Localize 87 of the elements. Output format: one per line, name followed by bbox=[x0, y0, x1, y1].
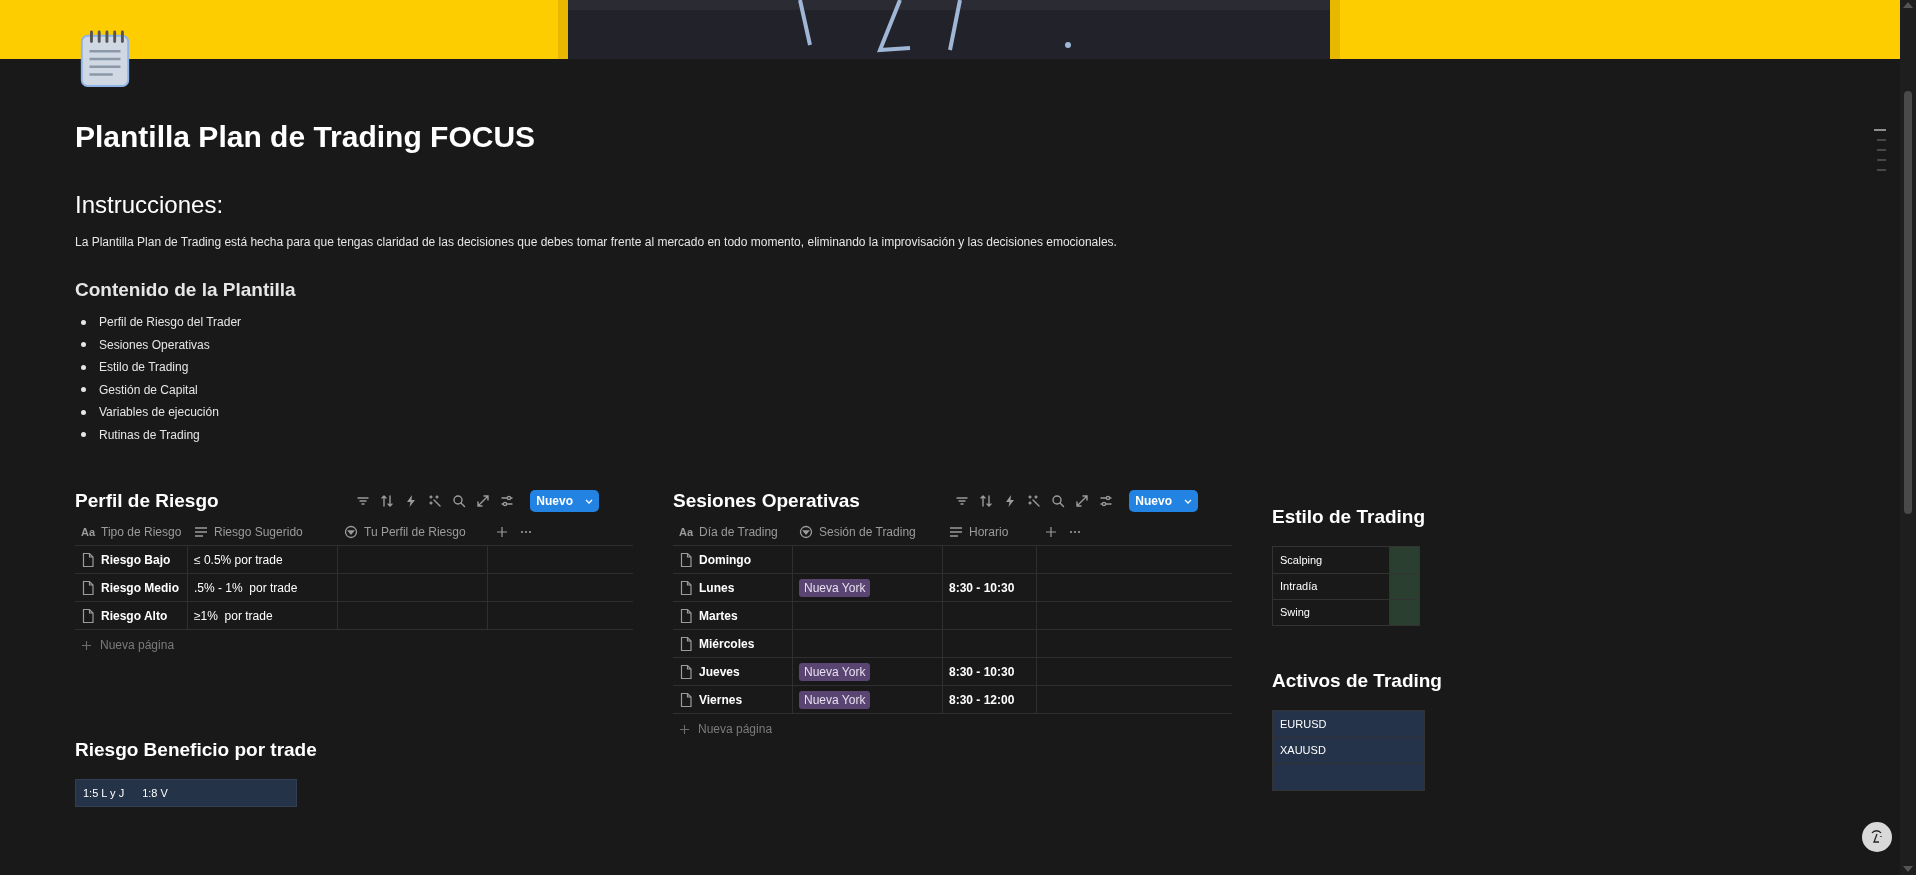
magic-wand-icon[interactable] bbox=[1027, 494, 1042, 508]
bullet-icon bbox=[81, 342, 86, 348]
row-title[interactable]: Lunes bbox=[699, 578, 735, 597]
page-icon bbox=[679, 607, 693, 624]
page-title: Plantilla Plan de Trading FOCUS bbox=[75, 119, 537, 155]
page-icon bbox=[679, 579, 693, 596]
page-icon bbox=[679, 663, 693, 680]
column-header[interactable]: Horario bbox=[943, 519, 1037, 545]
notepad-icon bbox=[79, 30, 131, 88]
row-title[interactable]: Miércoles bbox=[699, 634, 755, 653]
add-icon[interactable] bbox=[679, 723, 690, 735]
section-heading: Contenido de la Plantilla bbox=[75, 278, 297, 302]
search-icon[interactable] bbox=[1051, 494, 1066, 508]
bullet-icon bbox=[81, 319, 86, 325]
bullet-icon bbox=[81, 364, 86, 370]
session-tag: Nueva York bbox=[799, 662, 871, 681]
new-button[interactable]: Nuevo bbox=[530, 490, 599, 512]
filter-icon[interactable] bbox=[356, 494, 371, 508]
assistant-button[interactable] bbox=[1862, 822, 1892, 852]
column-header[interactable]: Tu Perfil de Riesgo bbox=[338, 519, 488, 545]
table-cell-text: ≥1% por trade bbox=[194, 607, 273, 625]
lines-icon bbox=[949, 525, 963, 539]
sort-icon[interactable] bbox=[979, 494, 994, 508]
section-heading: Estilo de Trading bbox=[1272, 505, 1427, 529]
text-type-icon: Aa bbox=[679, 523, 694, 541]
section-heading: Instrucciones: bbox=[75, 190, 225, 220]
page-icon bbox=[679, 691, 693, 708]
session-tag: Nueva York bbox=[799, 690, 871, 709]
text-type-icon: Aa bbox=[81, 523, 96, 541]
page-icon bbox=[81, 551, 95, 568]
lines-icon bbox=[194, 525, 208, 539]
list-item: Perfil de Riesgo del Trader bbox=[99, 314, 242, 332]
page-icon bbox=[679, 635, 693, 652]
table-cell-text: 8:30 - 10:30 bbox=[949, 663, 1015, 681]
row-title[interactable]: Riesgo Alto bbox=[101, 606, 168, 625]
row-title[interactable]: Viernes bbox=[699, 690, 743, 709]
magic-wand-icon[interactable] bbox=[428, 494, 443, 508]
section-heading: Activos de Trading bbox=[1272, 669, 1442, 693]
list-item: Sesiones Operativas bbox=[99, 336, 210, 354]
row-title[interactable]: Domingo bbox=[699, 550, 751, 569]
row-title[interactable]: Riesgo Bajo bbox=[101, 550, 171, 569]
table-title: Sesiones Operativas bbox=[673, 488, 860, 513]
select-icon bbox=[799, 525, 813, 539]
table-cell: XAUUSD bbox=[1273, 737, 1424, 763]
new-page-link[interactable]: Nueva página bbox=[100, 636, 175, 654]
section-heading: Riesgo Beneficio por trade bbox=[75, 738, 318, 762]
add-icon[interactable] bbox=[81, 639, 92, 651]
session-tag: Nueva York bbox=[799, 578, 871, 597]
scrollbar-thumb[interactable] bbox=[1904, 91, 1912, 514]
table-cell-text: .5% - 1% por trade bbox=[194, 579, 298, 597]
list-item: Variables de ejecución bbox=[99, 404, 219, 422]
table-title: Perfil de Riesgo bbox=[75, 488, 219, 513]
new-page-link[interactable]: Nueva página bbox=[698, 720, 773, 738]
list-item: Rutinas de Trading bbox=[99, 426, 200, 444]
settings-icon[interactable] bbox=[1099, 494, 1114, 508]
sort-icon[interactable] bbox=[380, 494, 395, 508]
row-title[interactable]: Martes bbox=[699, 606, 738, 625]
list-item: Gestión de Capital bbox=[99, 381, 198, 399]
row-title[interactable]: Riesgo Medio bbox=[101, 578, 179, 597]
column-header[interactable]: Aa Tipo de Riesgo bbox=[75, 519, 188, 545]
table-cell-text: 8:30 - 12:00 bbox=[949, 691, 1015, 709]
row-title[interactable]: Jueves bbox=[699, 662, 740, 681]
page-icon bbox=[679, 551, 693, 568]
table-cell-text: ≤ 0.5% por trade bbox=[194, 551, 283, 569]
search-icon[interactable] bbox=[452, 494, 467, 508]
bullet-icon bbox=[81, 409, 86, 415]
expand-icon[interactable] bbox=[476, 494, 491, 508]
expand-icon[interactable] bbox=[1075, 494, 1090, 508]
column-header[interactable]: Riesgo Sugerido bbox=[188, 519, 338, 545]
value-text: 1:8 V bbox=[142, 785, 168, 801]
page-icon bbox=[81, 579, 95, 596]
select-icon bbox=[344, 525, 358, 539]
new-button[interactable]: Nuevo bbox=[1129, 490, 1198, 512]
add-column-icon[interactable] bbox=[1045, 526, 1057, 538]
page-icon bbox=[81, 607, 95, 624]
filter-icon[interactable] bbox=[955, 494, 970, 508]
column-header[interactable]: Sesión de Trading bbox=[793, 519, 943, 545]
column-header[interactable]: Aa Día de Trading bbox=[673, 519, 793, 545]
bullet-icon bbox=[81, 432, 86, 438]
table-cell-text: EURUSD bbox=[1279, 716, 1328, 732]
list-item: Estilo de Trading bbox=[99, 359, 189, 377]
paragraph: La Plantilla Plan de Trading está hecha para que tengas claridad de las decisiones que debes tomar frente al mercado en todo momento, eliminando la improvisación y las decisiones emocionales. bbox=[75, 234, 1118, 251]
bullet-icon bbox=[81, 387, 86, 393]
value-text: 1:5 L y J bbox=[83, 785, 125, 801]
settings-icon[interactable] bbox=[500, 494, 515, 508]
table-cell-text: 8:30 - 10:30 bbox=[949, 579, 1015, 597]
add-column-icon[interactable] bbox=[496, 526, 508, 538]
